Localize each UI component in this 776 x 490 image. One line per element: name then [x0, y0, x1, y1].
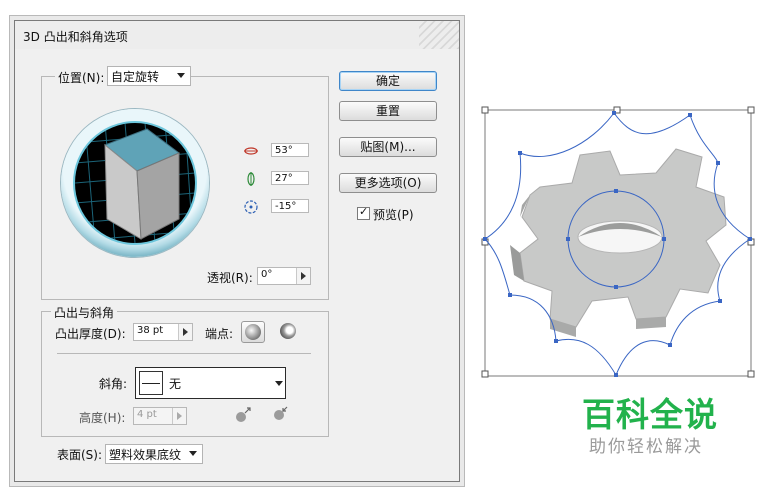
bevel-label: 斜角: [99, 377, 128, 391]
perspective-label: 透视(R): [207, 271, 253, 285]
cap-off-button[interactable] [277, 321, 299, 341]
bevel-height-input[interactable]: 4 pt [133, 407, 187, 425]
bevel-swatch [139, 371, 163, 395]
preview-checkbox[interactable]: ✓ [357, 205, 370, 220]
z-axis-rotate-icon [244, 200, 258, 214]
surface-dropdown[interactable]: 塑料效果底纹 [105, 444, 203, 464]
map-button[interactable]: 贴图(M)... [339, 137, 437, 157]
x-rotation-input[interactable]: 53° [271, 143, 309, 157]
bevel-extent-out-icon[interactable] [233, 405, 253, 425]
bevel-height-label: 高度(H): [79, 411, 126, 425]
cap-on-button[interactable] [241, 321, 265, 343]
position-dropdown[interactable]: 自定旋转 [107, 66, 191, 86]
cap-off-icon [280, 323, 296, 339]
chevron-down-icon [189, 451, 197, 456]
titlebar-decoration [419, 21, 459, 49]
bevel-selector[interactable]: 无 [135, 367, 273, 399]
extrude-bevel-legend: 凸出与斜角 [51, 304, 118, 321]
extrude-depth-label: 凸出厚度(D): [55, 327, 126, 341]
extrude-depth-value: 38 pt [137, 325, 164, 336]
surface-label: 表面(S): [57, 448, 103, 462]
triangle-right-icon [301, 272, 306, 280]
perspective-input[interactable]: 0° [257, 267, 311, 285]
z-rotation-input[interactable]: -15° [271, 199, 309, 213]
perspective-value: 0° [261, 269, 273, 280]
cube-preview[interactable] [75, 123, 195, 243]
watermark-subtitle: 助你轻松解决 [589, 437, 703, 457]
checkmark-icon: ✓ [359, 205, 369, 218]
chevron-down-icon [275, 381, 283, 386]
triangle-right-icon [177, 412, 182, 420]
bevel-height-value: 4 pt [137, 409, 157, 420]
gear-artwork[interactable] [480, 105, 760, 380]
chevron-down-icon [177, 73, 185, 78]
extrude-depth-slider-toggle[interactable] [178, 324, 192, 340]
bevel-value: 无 [169, 377, 182, 391]
bevel-height-slider-toggle[interactable] [172, 408, 186, 424]
bevel-divider [57, 353, 311, 354]
reset-button[interactable]: 重置 [339, 101, 437, 121]
position-dropdown-value: 自定旋转 [111, 70, 160, 84]
x-axis-rotate-icon [244, 147, 258, 155]
dialog-title: 3D 凸出和斜角选项 [23, 30, 128, 44]
extrude-bevel-dialog: 3D 凸出和斜角选项 位置(N): 自定旋转 53° 27° -15° 透视(R… [14, 20, 460, 482]
rotation-trackball[interactable] [61, 109, 209, 257]
cap-on-icon [245, 324, 261, 340]
bevel-extent-in-icon[interactable] [269, 405, 289, 425]
trackball-viewport[interactable] [75, 123, 195, 243]
watermark-title: 百科全说 [582, 395, 718, 434]
y-rotation-input[interactable]: 27° [271, 171, 309, 185]
bevel-dropdown-button[interactable] [272, 367, 286, 399]
surface-dropdown-value: 塑料效果底纹 [109, 448, 182, 462]
bevel-swatch-line [142, 383, 160, 384]
triangle-right-icon [183, 328, 188, 336]
y-axis-rotate-icon [247, 172, 255, 186]
extrude-depth-input[interactable]: 38 pt [133, 323, 193, 341]
cap-label: 端点: [205, 327, 234, 341]
gear-3d-shape [510, 148, 727, 337]
more-options-button[interactable]: 更多选项(O) [339, 173, 437, 193]
dialog-titlebar[interactable]: 3D 凸出和斜角选项 [15, 21, 459, 49]
position-label: 位置(N): [55, 69, 108, 86]
ok-button[interactable]: 确定 [339, 71, 437, 91]
preview-label[interactable]: 预览(P) [373, 206, 414, 223]
perspective-slider-toggle[interactable] [296, 268, 310, 284]
